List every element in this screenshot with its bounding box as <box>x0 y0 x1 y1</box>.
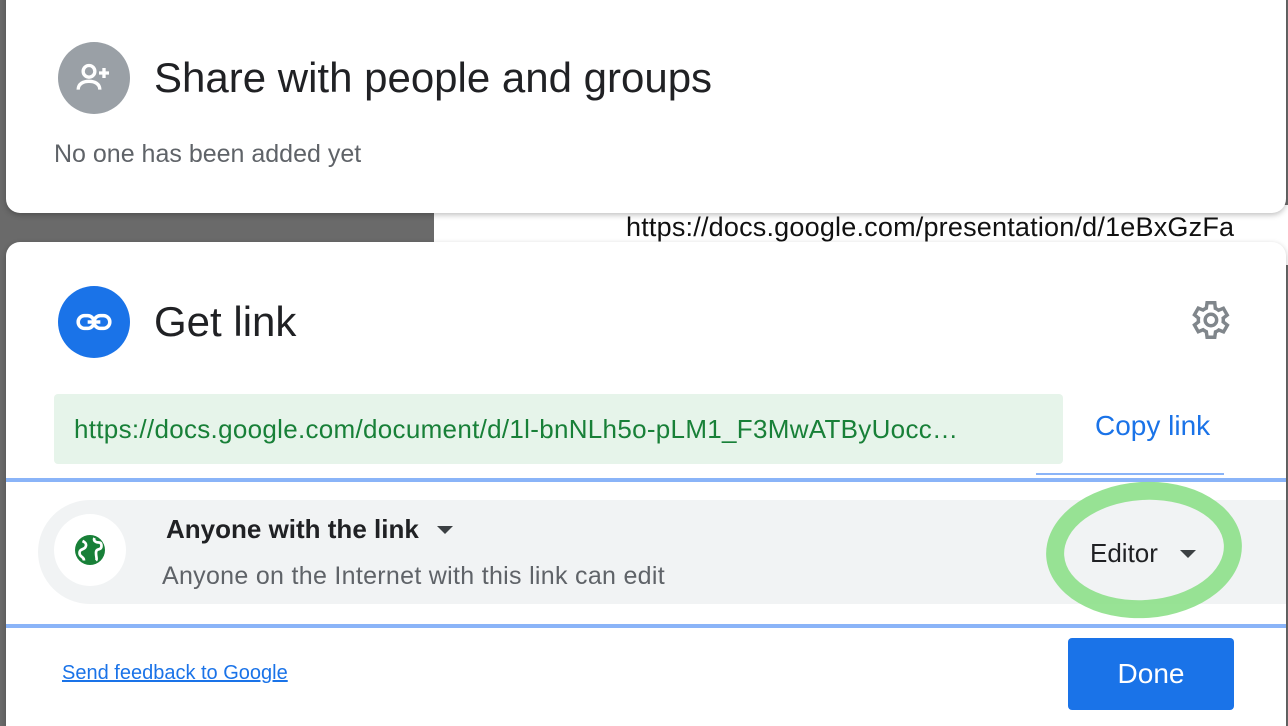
chevron-down-icon <box>1179 549 1196 558</box>
done-button[interactable]: Done <box>1068 638 1234 710</box>
share-empty-text: No one has been added yet <box>54 140 362 168</box>
share-people-card: Share with people and groups No one has … <box>6 0 1286 213</box>
role-label: Editor <box>1090 538 1158 568</box>
link-icon <box>58 286 130 358</box>
link-access-dropdown[interactable]: Anyone with the link <box>166 514 453 545</box>
link-url-text: https://docs.google.com/document/d/1l-bn… <box>74 413 959 444</box>
link-access-label: Anyone with the link <box>166 514 419 544</box>
chevron-down-icon <box>436 525 453 534</box>
get-link-title: Get link <box>154 298 297 345</box>
background-url-text: https://docs.google.com/presentation/d/1… <box>626 212 1235 242</box>
focus-border-top <box>6 478 1286 482</box>
gear-icon[interactable] <box>1186 297 1232 343</box>
link-access-description: Anyone on the Internet with this link ca… <box>162 562 665 590</box>
get-link-card: Get link https://docs.google.com/documen… <box>6 242 1286 726</box>
copy-link-button[interactable]: Copy link <box>1095 410 1210 442</box>
person-add-icon <box>58 42 130 114</box>
role-dropdown[interactable]: Editor <box>1090 538 1196 569</box>
focus-border-bottom <box>6 624 1286 628</box>
link-url-field[interactable]: https://docs.google.com/document/d/1l-bn… <box>54 394 1063 464</box>
copy-link-focus-underline <box>1036 473 1224 475</box>
send-feedback-link[interactable]: Send feedback to Google <box>62 662 288 685</box>
share-title: Share with people and groups <box>154 54 713 101</box>
globe-icon <box>54 514 126 586</box>
